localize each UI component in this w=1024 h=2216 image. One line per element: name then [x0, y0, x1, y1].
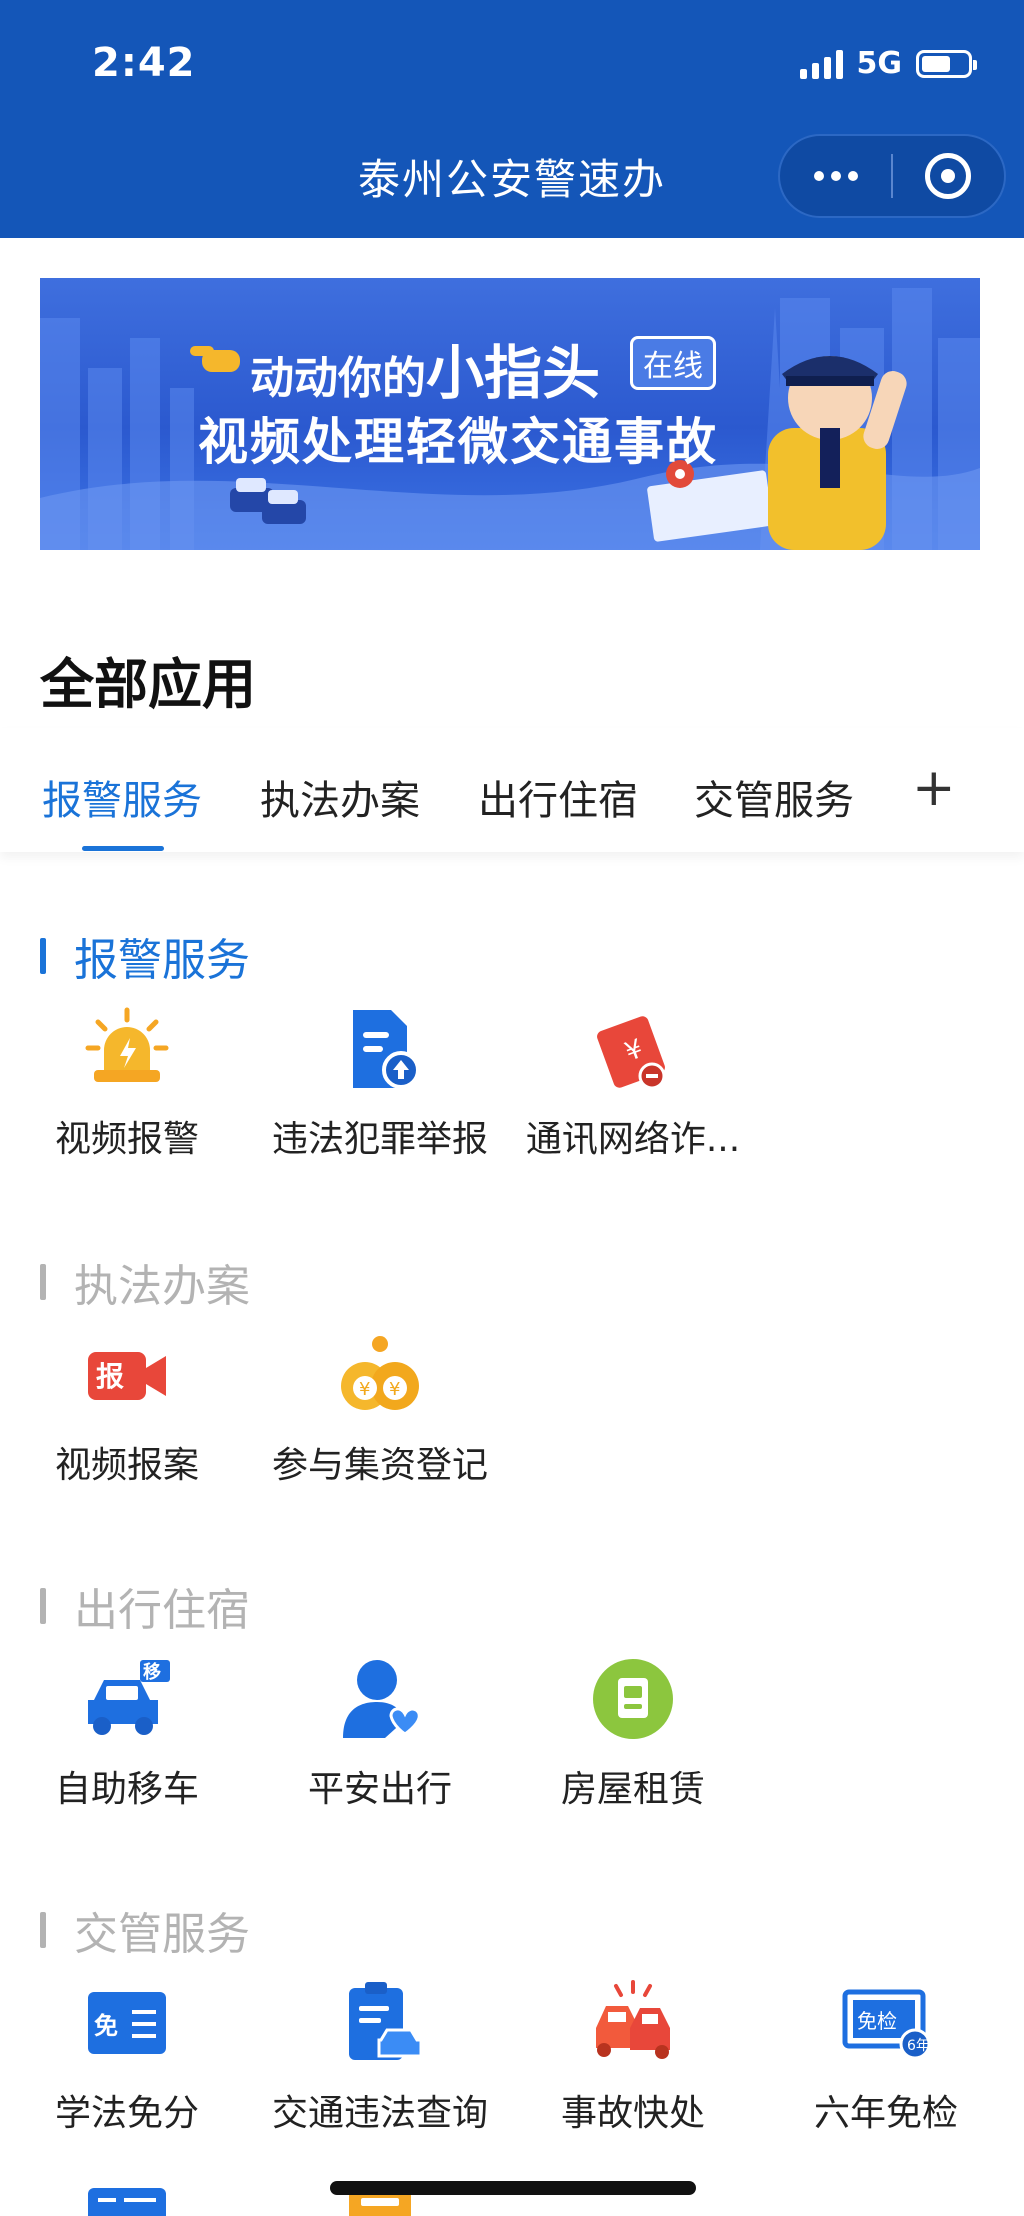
banner-headline: 动动你的小指头 [250, 326, 600, 410]
top-bar: 2:42 5G 泰州公安警速办 [0, 0, 1024, 238]
group-title-travel: 出行住宿 [40, 1574, 250, 1638]
six-year-exempt-icon: 免检 6年 [842, 1989, 931, 2060]
alarm-light-icon [85, 1007, 169, 1082]
app-video-alarm[interactable]: 视频报警 [2, 1004, 252, 1162]
app-house-rental[interactable]: 房屋租赁 [508, 1654, 758, 1812]
accident-icon [596, 1980, 670, 2059]
group-marker [40, 1588, 46, 1624]
app-label: 学法免分 [54, 2093, 199, 2134]
group-marker [40, 1264, 46, 1300]
banner-headline-emphasis: 小指头 [426, 339, 601, 407]
video-report-icon: 报 [88, 1352, 166, 1400]
app-label: 事故快处 [560, 2093, 705, 2134]
group-title-text: 出行住宿 [74, 1585, 250, 1636]
active-tab-indicator [82, 846, 164, 851]
app-violation-query[interactable]: 交通违法查询 [255, 1978, 505, 2136]
svg-text:¥: ¥ [389, 1379, 400, 1400]
app-label: 自助移车 [54, 1769, 199, 1810]
app-label: 违法犯罪举报 [271, 1119, 488, 1160]
svg-text:6年: 6年 [907, 2038, 930, 2054]
app-safe-travel[interactable]: 平安出行 [255, 1654, 505, 1812]
svg-text:报: 报 [96, 1360, 124, 1393]
group-title-enforcement: 执法办案 [40, 1250, 250, 1314]
svg-text:免: 免 [94, 2012, 118, 2040]
app-label: 交通违法查询 [271, 2093, 488, 2134]
app-label: 参与集资登记 [271, 1445, 488, 1486]
more-options-button[interactable] [780, 136, 891, 216]
mini-program-capsule [778, 134, 1006, 218]
status-time: 2:42 [92, 40, 196, 86]
svg-text:¥: ¥ [359, 1379, 370, 1400]
category-tabs: 报警服务 执法办案 出行住宿 交管服务 + [0, 728, 1024, 852]
app-self-move-car[interactable]: 移 自助移车 [2, 1654, 252, 1812]
section-title: 全部应用 [40, 653, 256, 716]
promo-banner[interactable]: 动动你的小指头 在线 视频处理轻微交通事故 [40, 278, 980, 550]
group-title-text: 执法办案 [74, 1261, 250, 1312]
app-crime-report[interactable]: 违法犯罪举报 [255, 1004, 505, 1162]
tab-more-button[interactable]: + [912, 762, 956, 814]
network-type: 5G [856, 46, 903, 81]
money-bags-icon: ¥ ¥ [341, 1336, 419, 1410]
app-telecom-fraud[interactable]: ¥ 通讯网络诈... [508, 1004, 758, 1162]
banner-headline-prefix: 动动你的 [250, 353, 426, 404]
move-car-icon: 移 [88, 1660, 170, 1735]
app-label: 房屋租赁 [560, 1769, 705, 1810]
tab-alarm-service[interactable]: 报警服务 [42, 768, 202, 826]
banner-subheadline: 视频处理轻微交通事故 [198, 413, 718, 471]
tab-traffic-service[interactable]: 交管服务 [694, 768, 854, 826]
app-label: 视频报案 [54, 1445, 199, 1486]
app-label: 通讯网络诈... [525, 1119, 741, 1160]
app-fundraising-register[interactable]: ¥ ¥ 参与集资登记 [255, 1330, 505, 1488]
close-mini-program-button[interactable] [893, 136, 1004, 216]
app-label: 平安出行 [307, 1769, 452, 1810]
status-indicators: 5G [799, 46, 977, 81]
signal-icon [799, 49, 843, 79]
group-title-alarm: 报警服务 [40, 924, 250, 988]
home-indicator[interactable] [330, 2181, 696, 2195]
app-accident-fast-handle[interactable]: 事故快处 [508, 1978, 758, 2136]
house-rental-icon [593, 1659, 673, 1739]
battery-icon [916, 49, 977, 78]
group-marker [40, 1912, 46, 1948]
app-study-exempt-points[interactable]: 免 学法免分 [2, 1978, 252, 2136]
dot-icon [847, 171, 858, 181]
violation-query-icon [349, 1982, 423, 2060]
report-upload-icon [353, 1010, 420, 1089]
pointing-hand-icon [190, 346, 240, 372]
banner-online-badge: 在线 [630, 336, 716, 390]
group-title-traffic: 交管服务 [40, 1898, 250, 1962]
group-title-text: 报警服务 [74, 935, 250, 986]
safe-travel-icon [343, 1660, 421, 1738]
svg-text:移: 移 [143, 1661, 161, 1683]
group-marker [40, 938, 46, 974]
study-exempt-icon: 免 [88, 1992, 166, 2054]
target-icon [925, 153, 972, 199]
group-title-text: 交管服务 [74, 1909, 250, 1960]
dot-icon [813, 171, 824, 181]
app-label: 视频报警 [54, 1119, 199, 1160]
app-video-report[interactable]: 报 视频报案 [2, 1330, 252, 1488]
partial-app-icon [88, 2188, 166, 2216]
svg-text:免检: 免检 [857, 2009, 897, 2033]
app-label: 六年免检 [813, 2093, 958, 2134]
tab-law-enforcement[interactable]: 执法办案 [260, 768, 420, 826]
fraud-tag-icon: ¥ [597, 1016, 666, 1090]
dot-icon [830, 171, 841, 181]
app-six-year-exempt[interactable]: 免检 6年 六年免检 [761, 1978, 1011, 2136]
tab-travel-lodging[interactable]: 出行住宿 [478, 768, 638, 826]
